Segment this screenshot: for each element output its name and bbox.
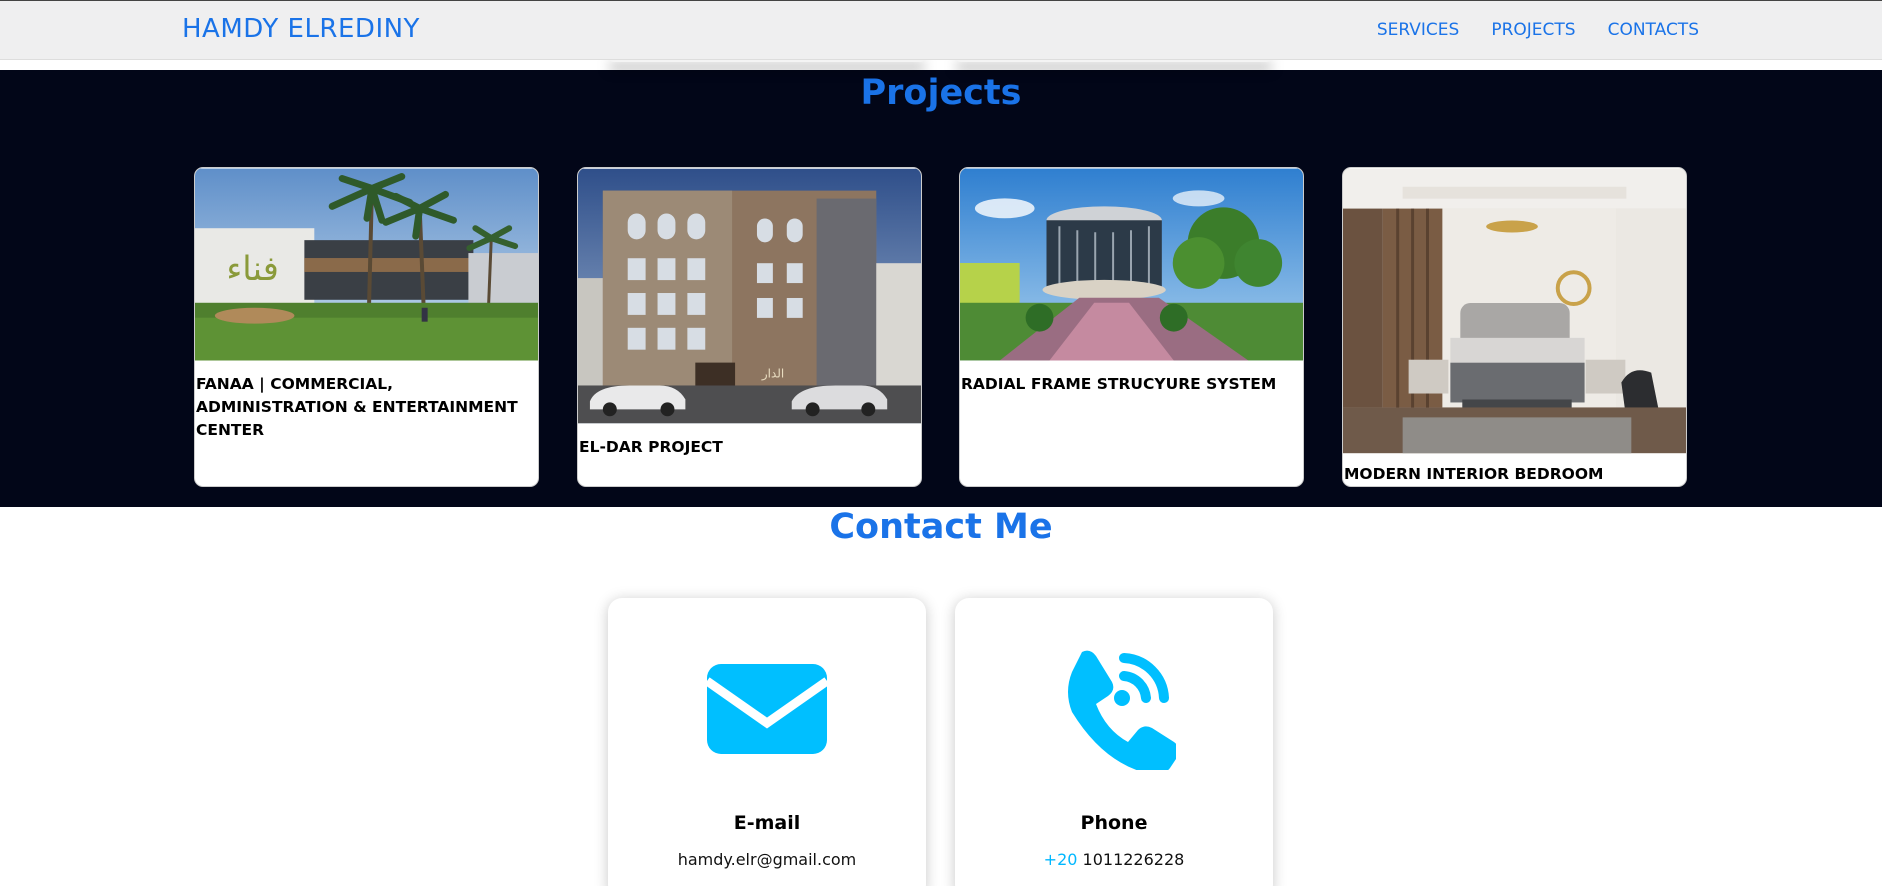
fanaa-sign: فناء <box>226 249 279 288</box>
phone-label: Phone <box>1080 812 1148 834</box>
el-dar-sign: الدار <box>761 367 784 382</box>
project-card-radial-frame[interactable]: RADIAL FRAME STRUCYURE SYSTEM <box>959 167 1304 487</box>
projects-title: Projects <box>860 73 1022 113</box>
project-image-radial-frame <box>960 168 1303 361</box>
project-image-fanaa: فناء <box>195 168 538 361</box>
project-title-bedroom: MODERN INTERIOR BEDROOM <box>1344 465 1604 483</box>
project-image-el-dar: الدار <box>578 168 921 424</box>
nav-link-contacts[interactable]: CONTACTS <box>1608 20 1699 40</box>
envelope-icon <box>706 664 828 754</box>
phone-card[interactable]: Phone +20 1011226228 <box>955 598 1273 886</box>
nav-link-services[interactable]: SERVICES <box>1377 20 1459 40</box>
contact-title: Contact Me <box>829 507 1053 547</box>
phone-wifi-icon <box>1068 650 1176 770</box>
phone-number: 1011226228 <box>1082 850 1185 869</box>
email-value[interactable]: hamdy.elr@gmail.com <box>608 850 926 869</box>
project-title-fanaa: FANAA | COMMERCIAL, ADMINISTRATION & ENT… <box>196 375 518 439</box>
nav-links: SERVICES PROJECTS CONTACTS <box>1377 20 1699 40</box>
brand-logo[interactable]: HAMDY ELREDINY <box>182 14 420 44</box>
nav-link-projects[interactable]: PROJECTS <box>1491 20 1575 40</box>
phone-value[interactable]: +20 1011226228 <box>955 850 1273 869</box>
phone-country-code: +20 <box>1043 850 1078 869</box>
project-card-el-dar[interactable]: الدار EL-DAR PROJECT <box>577 167 922 487</box>
navbar: HAMDY ELREDINY SERVICES PROJECTS CONTACT… <box>0 0 1882 60</box>
email-card[interactable]: E-mail hamdy.elr@gmail.com <box>608 598 926 886</box>
project-card-fanaa[interactable]: فناء FANAA | COMMERCIAL, ADMINISTRATION … <box>194 167 539 487</box>
projects-section: Projects فناء FANAA | COMMERCIAL, ADMINI… <box>0 70 1882 507</box>
project-title-el-dar: EL-DAR PROJECT <box>579 438 723 456</box>
page: HAMDY ELREDINY SERVICES PROJECTS CONTACT… <box>0 0 1882 886</box>
project-title-radial-frame: RADIAL FRAME STRUCYURE SYSTEM <box>961 375 1277 393</box>
project-image-bedroom <box>1343 168 1686 454</box>
email-label: E-mail <box>733 812 801 834</box>
project-card-bedroom[interactable]: MODERN INTERIOR BEDROOM <box>1342 167 1687 487</box>
